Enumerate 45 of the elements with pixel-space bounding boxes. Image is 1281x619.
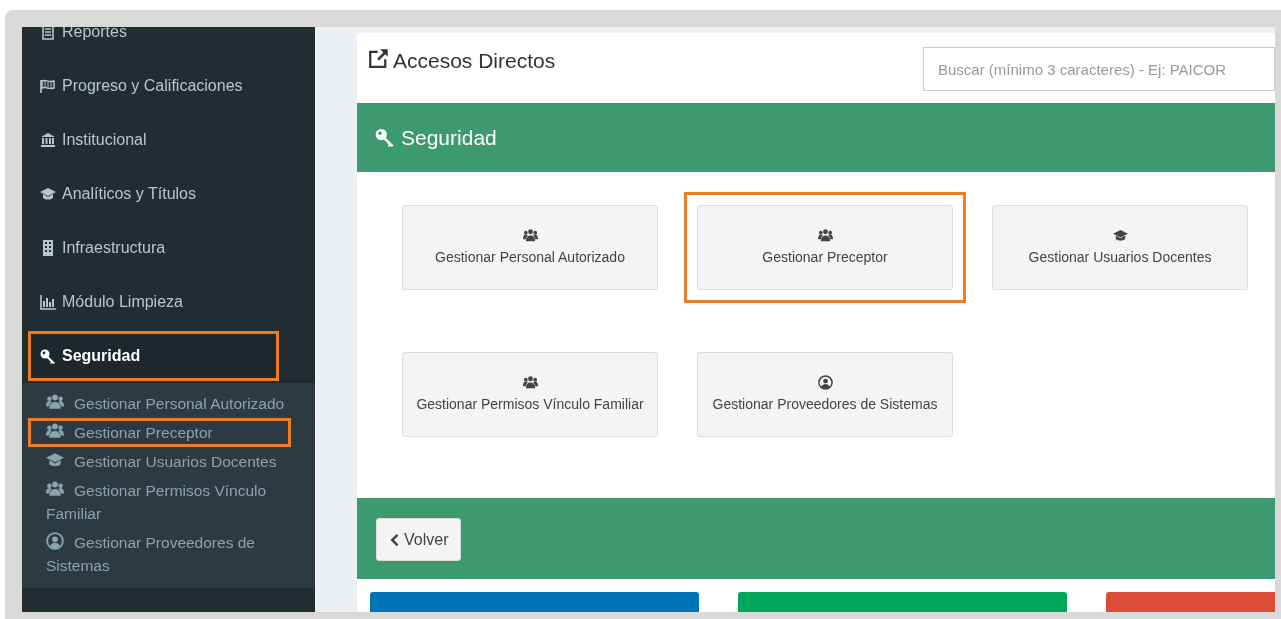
sidebar-label: Módulo Limpieza	[62, 292, 183, 312]
user-circle-icon	[817, 374, 833, 390]
bank-icon	[40, 132, 56, 148]
section-title: Seguridad	[401, 124, 497, 151]
graduation-cap-icon	[1112, 227, 1128, 243]
shortcut-tile[interactable]: Gestionar Proveedores de Sistemas	[697, 352, 953, 438]
users-icon	[817, 227, 833, 243]
building-icon	[40, 240, 56, 256]
key-icon	[40, 348, 56, 364]
bar-chart-icon	[40, 294, 56, 310]
sidebar-label: Progreso y Calificaciones	[62, 76, 243, 96]
submenu-item[interactable]: Gestionar Personal Autorizado	[22, 389, 315, 418]
users-icon	[46, 393, 64, 411]
sidebar-item[interactable]: Analíticos y Títulos	[22, 167, 315, 221]
users-icon	[522, 374, 538, 390]
shortcut-tile[interactable]: Gestionar Permisos Vínculo Familiar	[402, 352, 658, 438]
sidebar-item[interactable]: Seguridad	[28, 331, 279, 381]
sidebar-label: Analíticos y Títulos	[62, 184, 196, 204]
users-icon	[522, 227, 538, 243]
users-icon	[46, 480, 64, 498]
submenu-item[interactable]: Gestionar Usuarios Docentes	[22, 447, 315, 476]
sidebar-item[interactable]: Progreso y Calificaciones	[22, 59, 315, 113]
graduation-cap-icon	[46, 451, 64, 469]
shortcut-tile[interactable]: Gestionar Usuarios Docentes	[992, 205, 1248, 291]
key-icon	[375, 127, 395, 148]
shortcut-tile[interactable]: Gestionar Personal Autorizado	[402, 205, 658, 291]
back-button[interactable]: Volver	[376, 518, 462, 562]
user-circle-icon	[46, 532, 64, 550]
sidebar-item[interactable]: Institucional	[22, 113, 315, 167]
external-link-icon	[369, 48, 389, 68]
sidebar-label: Infraestructura	[62, 238, 166, 258]
search-field[interactable]: Buscar (mínimo 3 caracteres) - Ej: PAICOR	[923, 47, 1275, 91]
graduation-cap-icon	[40, 186, 56, 202]
sidebar-label: Seguridad	[62, 346, 141, 366]
submenu-item[interactable]: Gestionar Proveedores de Sistemas	[22, 528, 315, 580]
document-icon	[40, 27, 56, 40]
sidebar-label: Institucional	[62, 130, 147, 150]
flag-icon	[40, 78, 56, 94]
users-icon	[46, 422, 64, 440]
submenu-item[interactable]: Gestionar Permisos Vínculo Familiar	[22, 476, 315, 528]
panel-title: Accesos Directos	[393, 48, 556, 74]
sidebar-item[interactable]: Módulo Limpieza	[22, 275, 315, 329]
sidebar-item[interactable]: Infraestructura	[22, 221, 315, 275]
submenu-item[interactable]: Gestionar Preceptor	[28, 418, 291, 447]
shortcut-tile[interactable]: Gestionar Preceptor	[697, 205, 953, 291]
